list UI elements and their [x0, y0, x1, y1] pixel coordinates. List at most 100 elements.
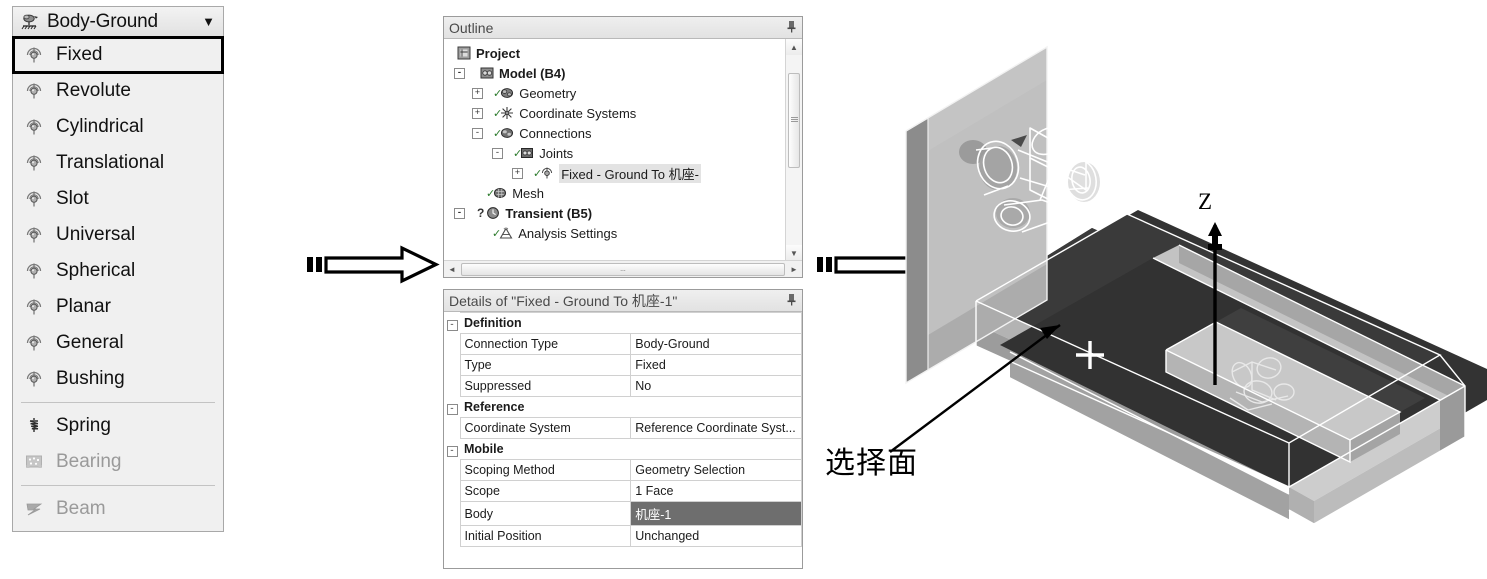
geometry-icon: [499, 85, 515, 101]
group-collapse-toggle[interactable]: -: [444, 438, 460, 460]
details-value[interactable]: Body-Ground: [630, 333, 802, 355]
tree-item-label: Transient (B5): [505, 205, 593, 221]
body-ground-menu: Body-Ground ▼ Fixed Revolute Cylindrical…: [12, 6, 224, 532]
row-gutter: [444, 417, 460, 439]
outline-tree[interactable]: Project - Model (B4) + ✓ Geometry + ✓ Co…: [444, 39, 802, 261]
table-row[interactable]: Initial Position Unchanged: [444, 525, 802, 547]
chevron-down-icon[interactable]: ▼: [202, 14, 215, 29]
tree-item-label: Coordinate Systems: [519, 105, 637, 121]
question-mark-icon: ?: [477, 206, 485, 220]
table-row[interactable]: Scope 1 Face: [444, 480, 802, 502]
table-row-selected[interactable]: Body 机座-1: [444, 501, 802, 526]
menu-item-label: Slot: [56, 188, 89, 209]
scroll-left-button[interactable]: ◄: [444, 262, 460, 277]
menu-item-label: General: [56, 332, 124, 353]
joint-icon: [23, 188, 45, 210]
table-row-group[interactable]: - Reference: [444, 396, 802, 418]
details-value[interactable]: No: [630, 375, 802, 397]
row-gutter: [444, 459, 460, 481]
outline-vertical-scrollbar[interactable]: ▲ ▼: [785, 39, 802, 261]
menu-item-slot[interactable]: Slot: [13, 181, 223, 217]
spring-icon: [23, 415, 45, 437]
group-collapse-toggle[interactable]: -: [444, 396, 460, 418]
tree-item-label: Model (B4): [499, 65, 566, 81]
tree-expander-expand[interactable]: +: [512, 167, 523, 179]
details-key: Suppressed: [459, 375, 632, 397]
table-row[interactable]: Suppressed No: [444, 375, 802, 397]
menu-item-cylindrical[interactable]: Cylindrical: [13, 109, 223, 145]
details-value[interactable]: Fixed: [630, 354, 802, 376]
tree-item-model[interactable]: - Model (B4): [450, 63, 802, 83]
tree-item-label: Joints: [539, 145, 574, 161]
table-row[interactable]: Type Fixed: [444, 354, 802, 376]
tree-expander-collapse[interactable]: -: [492, 147, 503, 159]
details-value[interactable]: Reference Coordinate Syst...: [630, 417, 802, 439]
scroll-grip-icon: [790, 117, 798, 124]
table-row-group[interactable]: - Mobile: [444, 438, 802, 460]
table-row[interactable]: Scoping Method Geometry Selection: [444, 459, 802, 481]
tree-item-fixed-joint[interactable]: + ✓ Fixed - Ground To 机座-: [450, 163, 802, 183]
menu-separator: [21, 402, 215, 403]
tree-item-mesh[interactable]: ✓ Mesh: [450, 183, 802, 203]
transient-icon: [485, 205, 501, 221]
details-group-label: Mobile: [460, 438, 802, 460]
menu-item-spring[interactable]: Spring: [13, 408, 223, 444]
details-key: Initial Position: [459, 525, 632, 547]
outline-panel: Outline Project - Model (B4) + ✓ Geometr…: [443, 16, 803, 278]
menu-item-planar[interactable]: Planar: [13, 289, 223, 325]
scroll-up-button[interactable]: ▲: [786, 39, 802, 55]
body-ground-dropdown-button[interactable]: Body-Ground ▼: [12, 6, 224, 36]
table-row-group[interactable]: - Definition: [444, 312, 802, 334]
tree-expander-collapse[interactable]: -: [472, 127, 483, 139]
menu-item-fixed[interactable]: Fixed: [12, 36, 224, 74]
details-value[interactable]: Unchanged: [630, 525, 802, 547]
menu-item-bushing[interactable]: Bushing: [13, 361, 223, 397]
tree-item-geometry[interactable]: + ✓ Geometry: [450, 83, 802, 103]
tree-expander-collapse[interactable]: -: [454, 67, 465, 79]
menu-item-spherical[interactable]: Spherical: [13, 253, 223, 289]
menu-item-beam[interactable]: Beam: [13, 491, 223, 527]
menu-item-label: Planar: [56, 296, 111, 317]
tree-expander-expand[interactable]: +: [472, 87, 483, 99]
scroll-right-button[interactable]: ►: [786, 262, 802, 277]
details-value-selected[interactable]: 机座-1: [630, 501, 802, 526]
row-gutter: [444, 354, 460, 376]
joint-icon: [23, 332, 45, 354]
tree-expander-collapse[interactable]: -: [454, 207, 465, 219]
menu-item-universal[interactable]: Universal: [13, 217, 223, 253]
pin-icon[interactable]: [786, 293, 797, 309]
joint-icon: [23, 368, 45, 390]
menu-item-translational[interactable]: Translational: [13, 145, 223, 181]
tree-item-joints[interactable]: - ✓ Joints: [450, 143, 802, 163]
details-panel-title: Details of "Fixed - Ground To 机座-1": [449, 292, 678, 309]
scroll-down-button[interactable]: ▼: [786, 245, 802, 261]
menu-item-bearing[interactable]: Bearing: [13, 444, 223, 480]
tree-item-project[interactable]: Project: [450, 43, 802, 63]
details-value[interactable]: Geometry Selection: [630, 459, 802, 481]
menu-item-label: Fixed: [56, 44, 103, 65]
3d-viewport[interactable]: Z: [880, 0, 1487, 579]
table-row[interactable]: Coordinate System Reference Coordinate S…: [444, 417, 802, 439]
tree-item-analysis-settings[interactable]: ✓ Analysis Settings: [450, 223, 802, 243]
menu-item-general[interactable]: General: [13, 325, 223, 361]
tree-item-label: Mesh: [512, 185, 545, 201]
row-gutter: [444, 480, 460, 502]
tree-expander-expand[interactable]: +: [472, 107, 483, 119]
joint-icon: [23, 296, 45, 318]
tree-item-coordinate-systems[interactable]: + ✓ Coordinate Systems: [450, 103, 802, 123]
menu-item-revolute[interactable]: Revolute: [13, 73, 223, 109]
table-row[interactable]: Connection Type Body-Ground: [444, 333, 802, 355]
bearing-icon: [23, 451, 45, 473]
row-gutter: [444, 375, 460, 397]
tree-item-connections[interactable]: - ✓ Connections: [450, 123, 802, 143]
joint-icon: [23, 80, 45, 102]
outline-horizontal-scrollbar[interactable]: ◄ … ►: [444, 260, 802, 277]
scroll-thumb-vertical[interactable]: [788, 73, 800, 168]
details-key: Scope: [459, 480, 632, 502]
details-value[interactable]: 1 Face: [630, 480, 802, 502]
group-collapse-toggle[interactable]: -: [444, 312, 460, 334]
pin-icon[interactable]: [786, 20, 797, 36]
scroll-thumb-horizontal[interactable]: …: [461, 262, 785, 276]
tree-item-transient[interactable]: - ? Transient (B5): [450, 203, 802, 223]
menu-item-label: Cylindrical: [56, 116, 144, 137]
